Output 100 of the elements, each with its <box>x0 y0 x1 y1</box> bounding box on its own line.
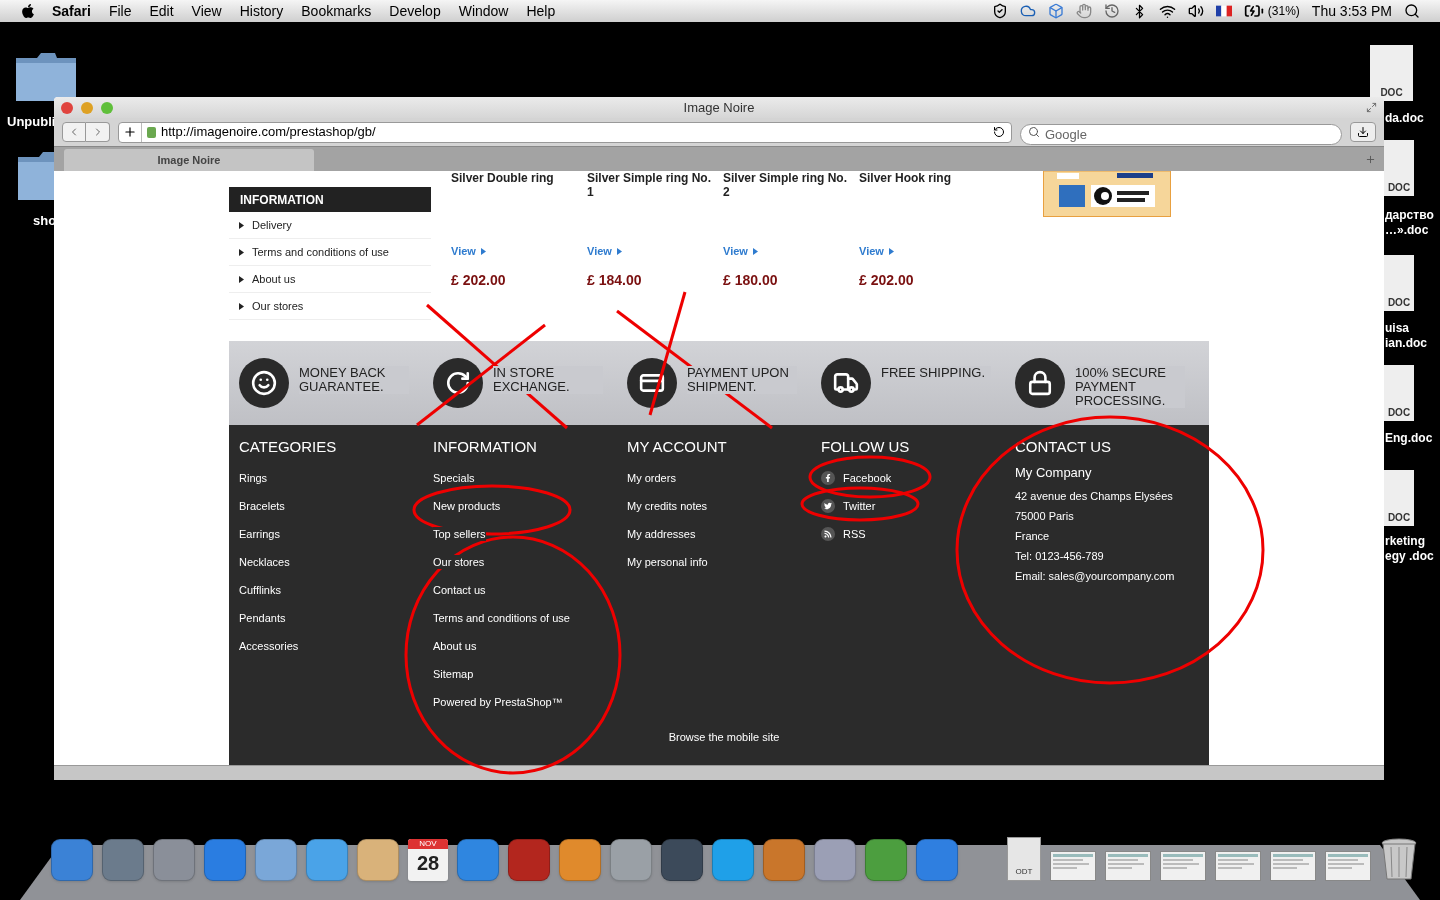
footer-link[interactable]: Rings <box>239 471 268 485</box>
folder-icon[interactable] <box>17 151 54 201</box>
browser-tab[interactable]: Image Noire <box>64 149 314 171</box>
document-icon[interactable]: DOC <box>1370 45 1413 101</box>
document-icon[interactable]: DOC <box>1384 470 1414 526</box>
footer-link[interactable]: New products <box>433 499 501 513</box>
file-label[interactable]: дарство <box>1385 208 1434 223</box>
sidebar-link[interactable]: Delivery <box>252 216 292 234</box>
sidebar-link[interactable]: About us <box>252 270 296 288</box>
app-icon[interactable] <box>814 839 856 881</box>
search-icon[interactable] <box>1404 3 1420 19</box>
menu-item[interactable]: Develop <box>389 0 441 22</box>
window-thumbnail[interactable] <box>1325 851 1371 881</box>
window-thumbnail[interactable] <box>1160 851 1206 881</box>
app-icon[interactable] <box>661 839 703 881</box>
app-icon[interactable] <box>712 839 754 881</box>
menu-item[interactable]: View <box>191 0 222 22</box>
view-link[interactable]: View <box>859 243 884 260</box>
product-name[interactable]: Silver Double ring <box>451 171 581 243</box>
footer-link[interactable]: Powered by PrestaShop™ <box>433 695 563 709</box>
file-label[interactable]: …».doc <box>1385 223 1429 238</box>
clock[interactable]: Thu 3:53 PM <box>1311 0 1392 22</box>
document-icon[interactable]: ODT <box>1007 837 1041 881</box>
close-button[interactable] <box>61 101 73 114</box>
window-thumbnail[interactable] <box>1050 851 1096 881</box>
fullscreen-icon[interactable] <box>1366 102 1377 113</box>
mobile-site-link[interactable]: Browse the mobile site <box>668 728 780 745</box>
app-icon[interactable] <box>204 839 246 881</box>
menu-item[interactable]: Bookmarks <box>301 0 372 22</box>
document-icon[interactable]: DOC <box>1384 140 1414 196</box>
folder-label[interactable]: Unpubli <box>7 112 56 132</box>
search-field[interactable]: Google <box>1020 123 1342 145</box>
menu-item[interactable]: Help <box>526 0 556 22</box>
app-icon[interactable] <box>357 839 399 881</box>
app-icon[interactable] <box>153 839 195 881</box>
footer-link[interactable]: Accessories <box>239 639 299 653</box>
footer-link[interactable]: Necklaces <box>239 555 290 569</box>
app-menu[interactable]: Safari <box>52 0 91 22</box>
window-thumbnail[interactable] <box>1270 851 1316 881</box>
file-label[interactable]: rketing <box>1385 534 1425 549</box>
shield-icon[interactable] <box>991 3 1008 19</box>
product-name[interactable]: Silver Hook ring <box>859 171 989 243</box>
flag-icon[interactable] <box>1215 5 1232 17</box>
view-link[interactable]: View <box>587 243 612 260</box>
sidebar-link[interactable]: Our stores <box>252 297 304 315</box>
cloud-icon[interactable] <box>1019 3 1036 19</box>
social-link[interactable]: RSS <box>843 525 866 543</box>
app-icon[interactable] <box>51 839 93 881</box>
footer-link[interactable]: About us <box>433 639 477 653</box>
social-link[interactable]: Twitter <box>843 497 876 515</box>
product-name[interactable]: Silver Simple ring No. 2 <box>723 171 853 243</box>
view-link[interactable]: View <box>723 243 748 260</box>
app-icon[interactable] <box>457 839 499 881</box>
menu-item[interactable]: Edit <box>149 0 174 22</box>
footer-link[interactable]: Our stores <box>433 555 485 569</box>
app-icon[interactable] <box>102 839 144 881</box>
new-tab-icon[interactable] <box>1365 154 1376 165</box>
footer-link[interactable]: My addresses <box>627 527 696 541</box>
app-icon[interactable] <box>255 839 297 881</box>
app-icon[interactable] <box>916 839 958 881</box>
footer-link[interactable]: My orders <box>627 471 676 485</box>
app-icon[interactable] <box>763 839 805 881</box>
volume-icon[interactable] <box>1187 3 1204 19</box>
footer-link[interactable]: Earrings <box>239 527 280 541</box>
window-thumbnail[interactable] <box>1105 851 1151 881</box>
app-icon[interactable] <box>508 839 550 881</box>
menu-item[interactable]: Window <box>458 0 509 22</box>
box-icon[interactable] <box>1047 3 1064 19</box>
view-link[interactable]: View <box>451 243 476 260</box>
download-button[interactable] <box>1350 122 1376 142</box>
hand-icon[interactable] <box>1075 3 1092 19</box>
file-label[interactable]: da.doc <box>1385 111 1424 126</box>
calendar-icon[interactable]: NOV 28 <box>408 839 448 881</box>
file-label[interactable]: uisa <box>1385 321 1409 336</box>
menu-item[interactable]: File <box>108 0 132 22</box>
trash-icon[interactable] <box>1380 837 1418 881</box>
file-label[interactable]: egy .doc <box>1385 549 1434 564</box>
footer-link[interactable]: Pendants <box>239 611 286 625</box>
footer-link[interactable]: Sitemap <box>433 667 474 681</box>
clock-icon[interactable] <box>1103 3 1120 19</box>
document-icon[interactable]: DOC <box>1384 365 1414 421</box>
footer-link[interactable]: Contact us <box>433 583 486 597</box>
app-icon[interactable] <box>559 839 601 881</box>
file-label[interactable]: Eng.doc <box>1385 431 1433 446</box>
app-icon[interactable] <box>306 839 348 881</box>
footer-link[interactable]: Top sellers <box>433 527 486 541</box>
address-field[interactable]: http://imagenoire.com/prestashop/gb/ <box>118 121 1012 143</box>
apple-icon[interactable] <box>20 3 36 19</box>
footer-link[interactable]: Bracelets <box>239 499 285 513</box>
footer-link[interactable]: My credits notes <box>627 499 708 513</box>
folder-icon[interactable] <box>15 52 77 102</box>
back-button[interactable] <box>62 122 86 142</box>
reload-icon[interactable] <box>993 126 1005 138</box>
window-thumbnail[interactable] <box>1215 851 1261 881</box>
footer-link[interactable]: Cufflinks <box>239 583 281 597</box>
file-label[interactable]: ian.doc <box>1385 336 1427 351</box>
menu-item[interactable]: History <box>239 0 284 22</box>
footer-link[interactable]: Terms and conditions of use <box>433 611 570 625</box>
document-icon[interactable]: DOC <box>1384 255 1414 311</box>
footer-link[interactable]: Specials <box>433 471 475 485</box>
